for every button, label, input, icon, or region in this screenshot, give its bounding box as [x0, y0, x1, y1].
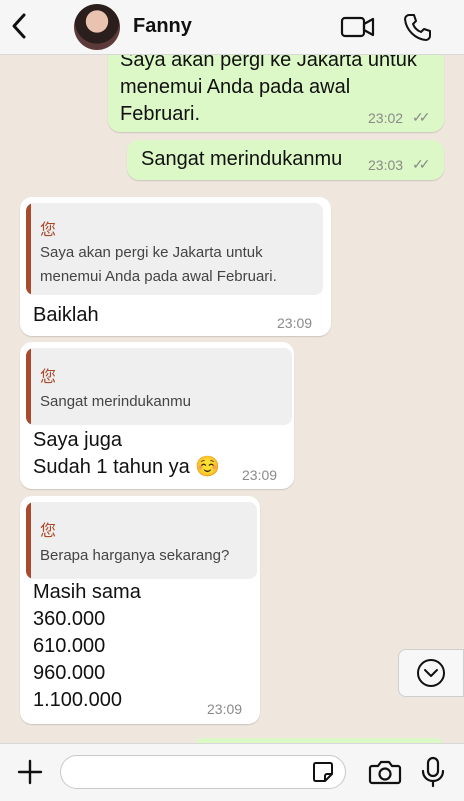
quote-accent-bar [26, 502, 31, 579]
avatar[interactable] [74, 4, 120, 50]
camera-icon [368, 760, 402, 785]
quote-line: menemui Anda pada awal Februari. [40, 268, 277, 285]
quote-line: Saya akan pergi ke Jakarta untuk [40, 244, 263, 261]
message-input[interactable] [60, 755, 346, 789]
message-line: Februari. [120, 103, 201, 125]
chevron-down-circle-icon [417, 659, 445, 687]
sticker-icon [313, 762, 333, 782]
message-bubble-incoming[interactable]: 您 Berapa harganya sekarang? Masih sama 3… [20, 496, 260, 724]
message-time: 23:09 [242, 467, 278, 483]
message-bubble-incoming[interactable]: 您 Sangat merindukanmu Saya juga Sudah 1 … [20, 342, 294, 489]
contact-name[interactable]: Fanny [133, 15, 192, 38]
quote-author: 您 [40, 369, 57, 386]
read-receipt-icon: ✓✓ [412, 156, 431, 172]
camera-button[interactable] [368, 758, 402, 786]
message-line: Sangat merindukanmu [141, 148, 343, 170]
message-line: Baiklah [33, 304, 99, 326]
message-line: Sudah 1 tahun ya ☺️ [33, 456, 221, 478]
message-line: 960.000 [33, 662, 106, 684]
message-time: 23:09 [207, 701, 243, 717]
message-time: 23:02 [368, 110, 404, 126]
quote-accent-bar [26, 203, 31, 295]
message-bubble-incoming[interactable]: 您 Saya akan pergi ke Jakarta untuk menem… [20, 197, 331, 336]
scroll-to-bottom-button[interactable] [398, 649, 464, 697]
message-line: 610.000 [33, 635, 106, 657]
back-button[interactable] [8, 10, 32, 42]
quote-author: 您 [40, 523, 57, 540]
quoted-message[interactable]: 您 Saya akan pergi ke Jakarta untuk menem… [26, 203, 323, 295]
compose-bar [0, 743, 464, 801]
quote-line: Sangat merindukanmu [40, 393, 191, 410]
phone-icon [404, 14, 431, 41]
message-line: 360.000 [33, 608, 106, 630]
sticker-button[interactable] [311, 760, 335, 784]
quoted-message[interactable]: 您 Berapa harganya sekarang? [26, 502, 257, 579]
read-receipt-icon: ✓✓ [412, 109, 431, 125]
message-line: 1.100.000 [33, 689, 122, 711]
chat-header: Fanny [0, 0, 464, 55]
microphone-icon [421, 756, 445, 788]
chevron-left-icon [12, 13, 26, 39]
message-time: 23:09 [277, 315, 313, 331]
plus-icon [17, 759, 43, 785]
message-line: Masih sama [33, 581, 141, 603]
video-call-button[interactable] [340, 12, 376, 47]
voice-call-button[interactable] [402, 12, 432, 47]
voice-message-button[interactable] [420, 756, 446, 788]
message-bubble-outgoing[interactable]: Sangat merindukanmu 23:03 ✓✓ [127, 140, 444, 180]
video-camera-icon [340, 16, 375, 38]
message-line: menemui Anda pada awal [120, 76, 351, 98]
attach-button[interactable] [16, 758, 44, 786]
quoted-message[interactable]: 您 Sangat merindukanmu [26, 348, 292, 425]
quote-line: Berapa harganya sekarang? [40, 547, 230, 564]
message-line: Saya juga [33, 429, 122, 451]
message-time: 23:03 [368, 157, 404, 173]
quote-accent-bar [26, 348, 31, 425]
quote-author: 您 [40, 222, 57, 239]
